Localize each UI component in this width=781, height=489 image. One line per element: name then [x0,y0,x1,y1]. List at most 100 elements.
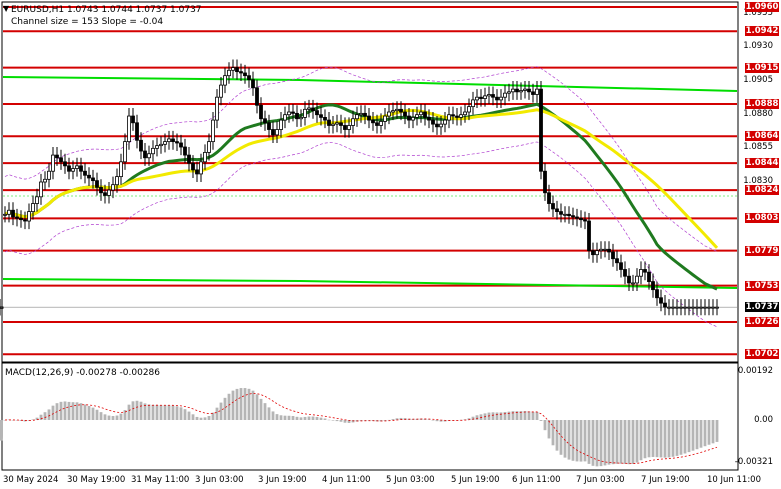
candle-body [83,170,87,176]
candle-body [695,306,699,309]
macd-bar [271,411,275,420]
macd-bar [579,420,583,462]
time-tick-label: 5 Jun 19:00 [451,475,500,485]
macd-bar [331,420,335,421]
macd-bar [435,420,439,422]
candle-body [711,306,715,309]
chart-shift-icon[interactable]: ▼ [3,4,9,13]
macd-bar [683,420,687,454]
candle-body [595,250,599,256]
candle-body [559,211,563,215]
candle-body [155,145,159,149]
macd-bar [539,420,543,421]
macd-bar [571,420,575,461]
macd-bar [119,413,123,420]
candle-body [391,110,395,113]
macd-bar [87,406,91,420]
candle-body [251,79,255,89]
candle-body [27,211,31,222]
macd-bar [631,420,635,464]
candle-body [655,289,659,299]
candle-body [547,192,551,204]
macd-bar [47,409,51,420]
macd-bar [51,405,55,420]
macd-bar [275,414,279,420]
macd-bar [711,420,715,444]
macd-bar [263,403,267,420]
candle-body [195,169,199,175]
macd-bar [319,417,323,420]
price-tick-label: 1.0855 [743,142,773,153]
chart-window[interactable]: ▼ EURUSD,H1 1.0743 1.0744 1.0737 1.0737 … [0,0,781,489]
candle-body [287,111,291,116]
macd-tick-bottom: -0.00321 [734,457,773,467]
macd-bar [555,420,559,451]
macd-bar [623,420,627,464]
candle-body [119,161,123,178]
candle-body [651,281,655,291]
macd-bar [179,407,183,420]
candle-body [675,306,679,309]
candle-body [667,306,671,309]
candle-body [451,114,455,117]
macd-bar [391,419,395,420]
time-tick-label: 5 Jun 03:00 [386,475,435,485]
channel-info: Channel size = 153 Slope = -0.04 [11,17,164,27]
candle-body [643,269,647,273]
macd-bar [547,420,551,439]
candle-body [647,271,651,282]
candle-body [123,141,127,163]
macd-bar [659,420,663,458]
candle-body [611,251,615,260]
macd-bar [223,397,227,420]
candle-body [427,116,431,121]
macd-bar [131,401,135,420]
candle-body [275,129,279,136]
macd-bar [287,415,291,420]
candle-body [335,122,339,125]
candle-body [463,111,467,116]
candle-body [679,306,683,309]
level-label: 1.0888 [745,98,779,109]
candle-body [375,122,379,126]
candle-body [471,99,475,108]
macd-bar [551,420,555,446]
macd-bar [343,420,347,423]
price-chart[interactable] [0,0,781,489]
macd-bar [503,411,507,420]
candle-body [31,203,35,213]
macd-bar [567,420,571,460]
macd-bar [431,420,435,421]
macd-bar [155,405,159,420]
macd-bar [39,414,43,420]
macd-bar [655,420,659,458]
candle-body [267,122,271,130]
candle-body [243,72,247,77]
macd-bar [531,412,535,420]
macd-bar [511,411,515,420]
macd-bar [639,420,643,461]
macd-bar [679,420,683,455]
candle-body [691,306,695,309]
candle-body [467,106,471,113]
candle-body [591,250,595,256]
macd-bar [587,420,591,464]
current-price-tag: 1.0737 [745,302,779,313]
candle-body [663,302,667,308]
macd-bar [159,405,163,420]
candle-body [699,306,703,309]
macd-bar [59,401,63,420]
macd-bar [323,418,327,420]
macd-bar [543,420,547,431]
macd-bar [259,398,263,420]
candle-body [43,178,47,183]
candle-body [431,119,435,125]
price-tick-label: 1.0930 [743,41,773,52]
time-tick-label: 3 Jun 03:00 [195,475,244,485]
macd-bar [63,401,67,420]
level-label: 1.0702 [745,349,779,360]
candle-body [255,87,259,106]
candle-body [323,116,327,121]
macd-bar [643,420,647,459]
candle-body [103,192,107,196]
